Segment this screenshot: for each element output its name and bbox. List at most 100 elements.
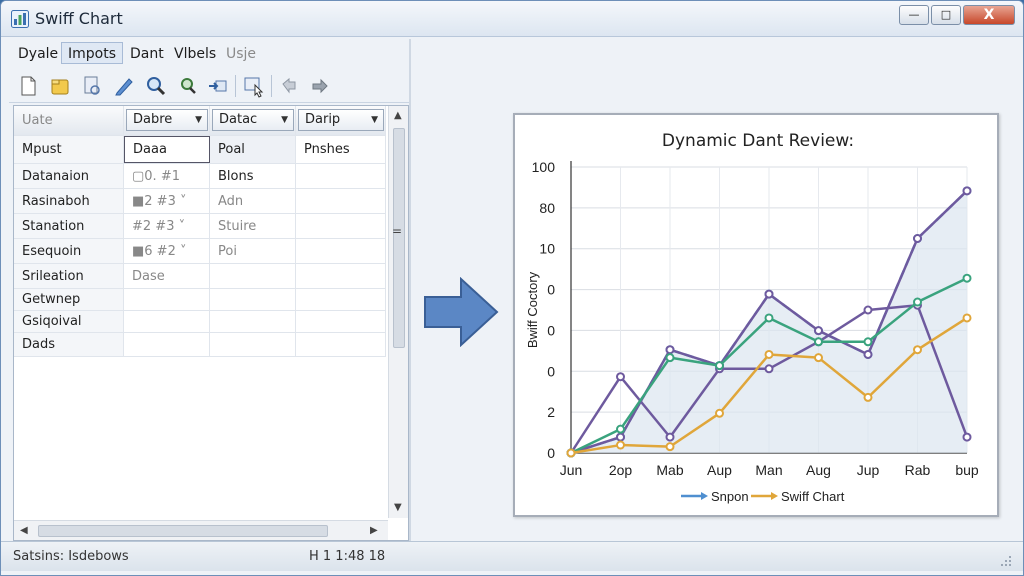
data-point: [962, 432, 972, 442]
horizontal-scrollbar[interactable]: ◀ ▶: [14, 520, 388, 540]
row-label[interactable]: Srileation: [14, 264, 124, 288]
dropdown-label: Dabre: [133, 112, 173, 127]
table-row[interactable]: Gsiqoival: [14, 311, 386, 333]
grip-icon: =: [392, 224, 403, 238]
table-row[interactable]: Stanation #2 #3 ˅ Stuire: [14, 214, 386, 239]
data-point: [665, 442, 675, 452]
data-point: [814, 353, 823, 363]
minimize-button[interactable]: —: [899, 5, 929, 25]
status-text: Satsins: Isdebows: [13, 549, 129, 564]
cell-value[interactable]: Dase: [124, 264, 210, 288]
data-point: [863, 349, 873, 359]
cell-value[interactable]: Poi: [210, 239, 296, 263]
cell-value[interactable]: ■2 #3 ˅: [124, 189, 210, 213]
scroll-left-icon[interactable]: ◀: [20, 525, 28, 536]
cell-value[interactable]: Stuire: [210, 214, 296, 238]
menu-item-vlbels[interactable]: Vlbels: [167, 42, 223, 64]
pen-icon[interactable]: [111, 73, 137, 99]
app-window: Swiff Chart — □ X Dyale Impots Dant Vlbe…: [0, 0, 1024, 576]
cell-value[interactable]: Poal: [210, 136, 296, 163]
x-tick-label: bup: [955, 462, 979, 478]
vertical-scroll-thumb[interactable]: [393, 128, 405, 348]
cell-value[interactable]: [296, 333, 386, 356]
legend-marker: [771, 492, 778, 500]
cell-value[interactable]: [296, 311, 386, 332]
grid-header-col4: Darip ▼: [296, 106, 386, 135]
column-dropdown-datac[interactable]: Datac ▼: [212, 109, 294, 131]
cell-value[interactable]: #2 #3 ˅: [124, 214, 210, 238]
table-row[interactable]: Esequoin ■6 #2 ˅ Poi: [14, 239, 386, 264]
column-dropdown-darip[interactable]: Darip ▼: [298, 109, 384, 131]
preview-icon[interactable]: [79, 73, 105, 99]
menu-item-dyale[interactable]: Dyale: [11, 42, 65, 64]
menu-item-dant[interactable]: Dant: [123, 42, 171, 64]
cell-value[interactable]: [296, 164, 386, 188]
status-position: H 1 1:48 18: [309, 549, 386, 564]
panel-divider[interactable]: [409, 39, 411, 541]
redo-icon[interactable]: [307, 73, 333, 99]
cell-value[interactable]: [124, 289, 210, 310]
cell-value[interactable]: ■6 #2 ˅: [124, 239, 210, 263]
cell-value[interactable]: Pnshes: [296, 136, 386, 163]
cell-value[interactable]: [296, 289, 386, 310]
scroll-right-icon[interactable]: ▶: [370, 525, 378, 536]
find-icon[interactable]: [175, 73, 201, 99]
chart-panel: Dynamic Dant Review: 100 80 10 0 0 0 2 0 Jun 2op M…: [513, 113, 999, 517]
toolbar-separator: [271, 75, 272, 97]
zoom-icon[interactable]: [143, 73, 169, 99]
data-point: [764, 349, 774, 359]
cell-value[interactable]: ▢0. #1: [124, 164, 210, 188]
menu-item-impots[interactable]: Impots: [61, 42, 124, 64]
menu-item-usje[interactable]: Usje: [219, 42, 263, 64]
window-title: Swiff Chart: [35, 9, 123, 28]
row-label[interactable]: Dads: [14, 333, 124, 356]
cell-value[interactable]: Daaa: [124, 136, 210, 163]
row-label[interactable]: Datanaion: [14, 164, 124, 188]
import-icon[interactable]: [205, 73, 231, 99]
chevron-down-icon: ▼: [281, 115, 288, 125]
cell-value[interactable]: [124, 333, 210, 356]
title-bar[interactable]: Swiff Chart — □ X: [1, 1, 1023, 37]
cell-value[interactable]: Blons: [210, 164, 296, 188]
cell-value[interactable]: [210, 289, 296, 310]
table-row[interactable]: Mpust Daaa Poal Pnshes: [14, 136, 386, 164]
resize-grip-icon[interactable]: [997, 552, 1013, 568]
cell-value[interactable]: [296, 214, 386, 238]
cell-value[interactable]: [296, 239, 386, 263]
row-label[interactable]: Mpust: [14, 136, 124, 163]
cell-value[interactable]: [210, 333, 296, 356]
cell-value[interactable]: [124, 311, 210, 332]
cell-value[interactable]: Adn: [210, 189, 296, 213]
row-label[interactable]: Stanation: [14, 214, 124, 238]
row-label[interactable]: Getwnep: [14, 289, 124, 310]
row-label[interactable]: Esequoin: [14, 239, 124, 263]
row-label[interactable]: Gsiqoival: [14, 311, 124, 332]
table-row[interactable]: Dads: [14, 333, 386, 357]
vertical-scrollbar[interactable]: ▲ = ▼: [388, 106, 408, 518]
scroll-up-icon[interactable]: ▲: [394, 110, 402, 121]
cell-value[interactable]: [210, 311, 296, 332]
horizontal-scroll-thumb[interactable]: [38, 525, 328, 537]
open-folder-icon[interactable]: [47, 73, 73, 99]
close-button[interactable]: X: [963, 5, 1015, 25]
data-point: [863, 337, 873, 347]
undo-icon[interactable]: [277, 73, 303, 99]
toolbar: [9, 69, 409, 103]
cell-value[interactable]: [296, 264, 386, 288]
table-row[interactable]: Datanaion ▢0. #1 Blons: [14, 164, 386, 189]
cell-value[interactable]: [296, 189, 386, 213]
new-file-icon[interactable]: [15, 73, 41, 99]
scroll-down-icon[interactable]: ▼: [394, 502, 402, 513]
grid-header-col3: Datac ▼: [210, 106, 296, 135]
cell-value[interactable]: [210, 264, 296, 288]
x-tick-label: Aug: [806, 462, 831, 478]
table-row[interactable]: Srileation Dase: [14, 264, 386, 289]
table-row[interactable]: Getwnep: [14, 289, 386, 311]
grid-header-row: Uate Dabre ▼ Datac ▼ Darip ▼: [14, 106, 386, 136]
table-row[interactable]: Rasinaboh ■2 #3 ˅ Adn: [14, 189, 386, 214]
row-label[interactable]: Rasinaboh: [14, 189, 124, 213]
grid-header-first: Uate: [14, 106, 124, 135]
maximize-button[interactable]: □: [931, 5, 961, 25]
select-icon[interactable]: [241, 73, 267, 99]
column-dropdown-dabre[interactable]: Dabre ▼: [126, 109, 208, 131]
